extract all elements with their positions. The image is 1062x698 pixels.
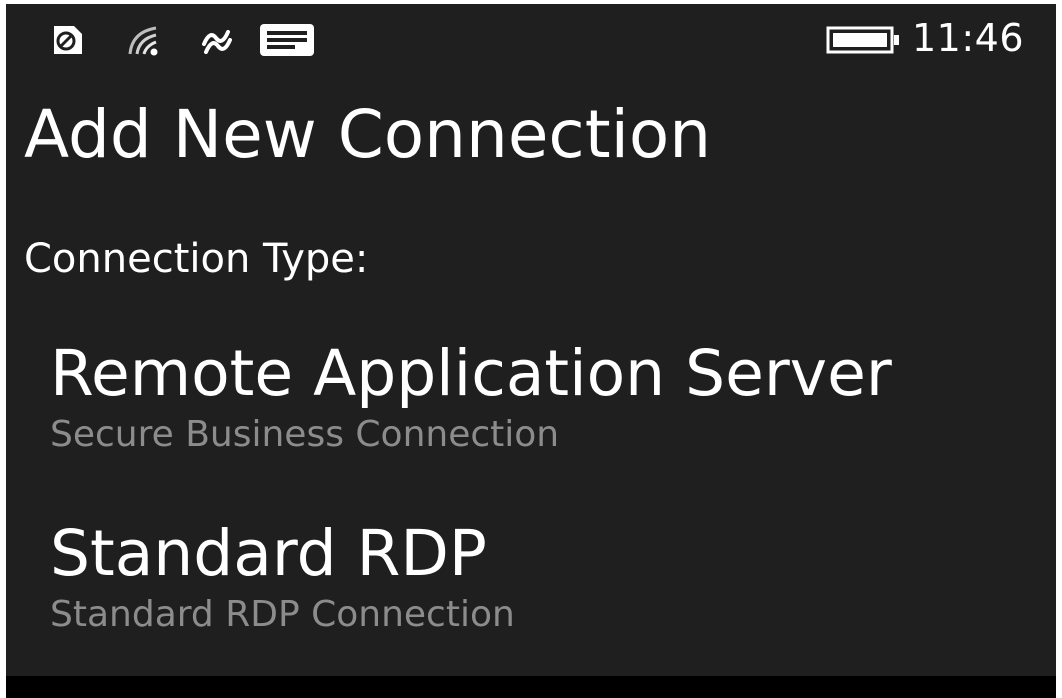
option-subtitle: Standard RDP Connection (50, 594, 515, 636)
option-remote-application-server[interactable]: Remote Application Server Secure Busines… (50, 337, 1030, 456)
option-subtitle: Secure Business Connection (50, 414, 560, 456)
message-icon (260, 24, 314, 56)
connection-type-label: Connection Type: (24, 236, 369, 282)
wifi-signal-icon (128, 26, 158, 56)
phone-screen: 11:46 Add New Connection Connection Type… (6, 4, 1056, 676)
sync-icon (54, 26, 82, 54)
battery-icon (826, 26, 899, 54)
status-bar: 11:46 (6, 4, 1056, 76)
bottom-bar (6, 676, 1056, 698)
page-title: Add New Connection (24, 96, 712, 173)
nfc-icon (202, 30, 232, 54)
option-standard-rdp[interactable]: Standard RDP Standard RDP Connection (50, 517, 1030, 636)
option-title: Standard RDP (50, 517, 487, 590)
clock-time: 11:46 (911, 16, 1024, 60)
option-title: Remote Application Server (50, 337, 892, 410)
